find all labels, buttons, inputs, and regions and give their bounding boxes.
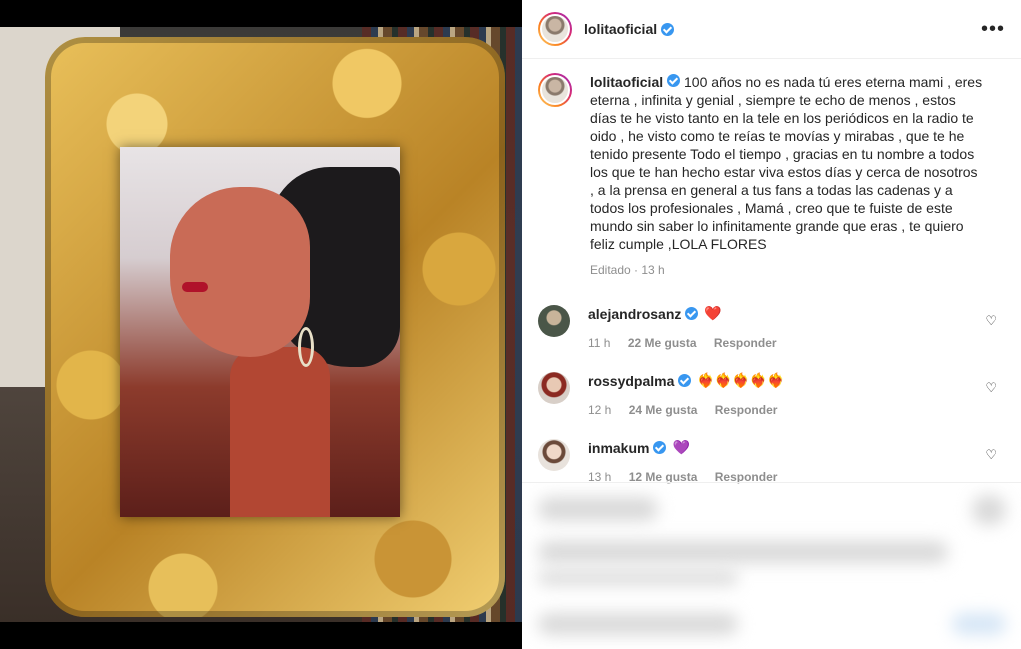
like-heart-icon[interactable]: ♡ — [985, 313, 997, 329]
comment-item: alejandrosanz ❤️ 11 h 22 Me gusta Respon… — [538, 305, 1005, 350]
caption-text: 100 años no es nada tú eres eterna mami … — [590, 74, 983, 252]
comment-likes[interactable]: 22 Me gusta — [628, 336, 697, 350]
comment-avatar[interactable] — [538, 305, 570, 337]
verified-badge-icon — [661, 22, 675, 36]
blurred-block — [538, 613, 738, 635]
blurred-block — [952, 613, 1006, 635]
post-sidebar: lolitaoficial ••• lolitaoficial 100 años… — [522, 0, 1021, 649]
author-avatar[interactable] — [538, 12, 572, 46]
comment-username[interactable]: rossydpalma — [588, 373, 674, 389]
comment-text: ❤️‍🔥❤️‍🔥❤️‍🔥❤️‍🔥❤️‍🔥 — [697, 372, 785, 388]
portrait-lips — [182, 282, 208, 292]
blurred-block — [972, 495, 1006, 525]
comment-line: inmakum 💜 — [588, 439, 1005, 456]
verified-badge-icon — [678, 374, 692, 387]
comment-body: rossydpalma ❤️‍🔥❤️‍🔥❤️‍🔥❤️‍🔥❤️‍🔥 12 h 24… — [588, 372, 1005, 417]
comment-text: ❤️ — [704, 305, 722, 321]
post-photo[interactable] — [0, 0, 522, 649]
comment-body: inmakum 💜 13 h 12 Me gusta Responder — [588, 439, 1005, 484]
comment-item: rossydpalma ❤️‍🔥❤️‍🔥❤️‍🔥❤️‍🔥❤️‍🔥 12 h 24… — [538, 372, 1005, 417]
comment-time[interactable]: 12 h — [588, 403, 611, 417]
caption-edited-time: Editado · 13 h — [590, 263, 665, 277]
comment-line: rossydpalma ❤️‍🔥❤️‍🔥❤️‍🔥❤️‍🔥❤️‍🔥 — [588, 372, 1005, 389]
comment-reply-button[interactable]: Responder — [715, 403, 778, 417]
comment-likes[interactable]: 24 Me gusta — [629, 403, 698, 417]
comment-username[interactable]: inmakum — [588, 440, 649, 456]
verified-badge-icon — [685, 307, 699, 320]
photo-image — [0, 27, 522, 622]
blurred-actions-area — [522, 482, 1021, 649]
comment-username[interactable]: alejandrosanz — [588, 306, 681, 322]
comment-list: alejandrosanz ❤️ 11 h 22 Me gusta Respon… — [522, 305, 1021, 484]
blurred-block — [538, 497, 658, 521]
post-caption: lolitaoficial 100 años no es nada tú ere… — [522, 59, 1021, 279]
comment-text: 💜 — [672, 439, 690, 455]
comment-time[interactable]: 11 h — [588, 336, 610, 350]
comment-avatar[interactable] — [538, 439, 570, 471]
instagram-post-view: lolitaoficial ••• lolitaoficial 100 años… — [0, 0, 1021, 649]
comment-meta: 11 h 22 Me gusta Responder — [588, 336, 1005, 350]
caption-avatar[interactable] — [538, 73, 572, 107]
caption-avatar-image — [540, 75, 570, 105]
verified-badge-icon — [667, 74, 681, 87]
verified-badge-icon — [653, 441, 667, 454]
comment-body: alejandrosanz ❤️ 11 h 22 Me gusta Respon… — [588, 305, 1005, 350]
author-name[interactable]: lolitaoficial — [584, 21, 657, 37]
blurred-block — [538, 541, 948, 563]
comment-avatar[interactable] — [538, 372, 570, 404]
caption-username[interactable]: lolitaoficial — [590, 74, 663, 90]
author-avatar-image — [540, 14, 570, 44]
portrait-face — [170, 187, 310, 357]
blurred-block — [538, 571, 738, 585]
caption-body: lolitaoficial 100 años no es nada tú ere… — [590, 73, 985, 279]
portrait-neck — [230, 347, 330, 517]
comment-item: inmakum 💜 13 h 12 Me gusta Responder ♡ — [538, 439, 1005, 484]
comment-reply-button[interactable]: Responder — [714, 336, 777, 350]
comment-line: alejandrosanz ❤️ — [588, 305, 1005, 322]
like-heart-icon[interactable]: ♡ — [985, 447, 997, 463]
comment-meta: 12 h 24 Me gusta Responder — [588, 403, 1005, 417]
framed-portrait — [120, 147, 400, 517]
more-options-icon[interactable]: ••• — [981, 19, 1005, 39]
post-header: lolitaoficial ••• — [522, 0, 1021, 59]
author-username[interactable]: lolitaoficial — [584, 21, 675, 37]
like-heart-icon[interactable]: ♡ — [985, 380, 997, 396]
portrait-earring — [298, 327, 314, 367]
